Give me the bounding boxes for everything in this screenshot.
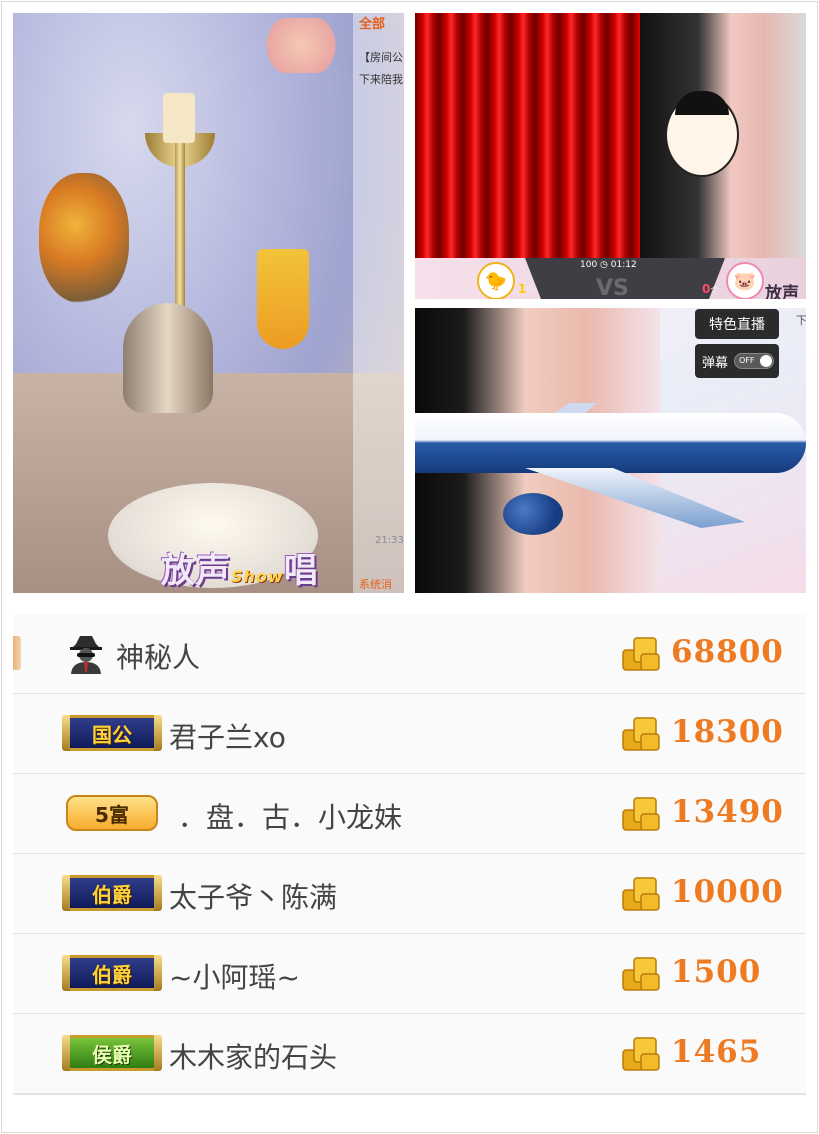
- coin-icon: [622, 1037, 660, 1071]
- ranking-row[interactable]: 侯爵 木木家的石头 1465: [13, 1014, 806, 1095]
- duck-icon[interactable]: 🐤: [477, 262, 515, 299]
- vs-label: VS: [596, 276, 629, 299]
- live-stream-right[interactable]: 特色直播 弹幕 OFF 下: [415, 308, 806, 593]
- danmu-label: 弹幕: [702, 355, 729, 371]
- special-live-button[interactable]: 特色直播: [695, 309, 779, 339]
- edge-text: 下: [796, 314, 806, 327]
- user-name[interactable]: ~小阿瑶~: [169, 956, 300, 996]
- noble-badge: 伯爵: [62, 955, 162, 991]
- ranking-row[interactable]: 神秘人 68800: [13, 614, 806, 695]
- toggle-state: OFF: [739, 356, 755, 365]
- noble-badge: 国公: [62, 715, 162, 751]
- watermark-suffix: 唱: [283, 551, 319, 591]
- gift-ranking-list: 神秘人 68800 国公 君子兰xo 18300 5富 ．盘．古．小龙妹 134…: [13, 614, 806, 1095]
- count-unit: 个: [710, 286, 720, 296]
- red-curtain-image: [415, 13, 645, 258]
- coin-icon: [622, 877, 660, 911]
- chat-line: 【房间公: [359, 51, 403, 64]
- gift-amount: 13490: [671, 794, 784, 830]
- noble-badge: 侯爵: [62, 1035, 162, 1071]
- right-gift-count: 0个: [702, 282, 719, 296]
- brand-watermark: 放声Show唱: [161, 543, 319, 592]
- watermark-main: 放声: [161, 551, 231, 591]
- coin-icon: [622, 797, 660, 831]
- mystery-person-icon: [70, 636, 102, 674]
- gift-amount: 18300: [671, 714, 784, 750]
- coin-icon: [622, 717, 660, 751]
- toggle-knob: [760, 355, 773, 367]
- danmu-toggle-button[interactable]: 弹幕 OFF: [695, 344, 779, 378]
- gift-amount: 1465: [671, 1034, 762, 1070]
- coin-icon: [622, 637, 660, 671]
- rich-level-badge: 5富: [66, 795, 158, 831]
- chat-line: 下来陪我: [359, 73, 403, 86]
- danmu-switch[interactable]: OFF: [734, 353, 775, 369]
- coin-icon: [622, 957, 660, 991]
- ranking-row[interactable]: 伯爵 ~小阿瑶~ 1500: [13, 934, 806, 1015]
- gift-amount: 68800: [671, 634, 784, 670]
- live-stream-left[interactable]: 全部 【房间公 下来陪我 21:33 系统消 放声Show唱: [13, 13, 404, 593]
- gift-amount: 10000: [671, 874, 784, 910]
- row-accent-marker: [13, 636, 21, 670]
- candle-image: [163, 93, 195, 143]
- ranking-row[interactable]: 伯爵 太子爷丶陈满 10000: [13, 854, 806, 935]
- flower-vase-image: [39, 173, 129, 303]
- user-name[interactable]: 君子兰xo: [169, 716, 286, 756]
- teapot-image: [123, 303, 213, 413]
- cartoon-boy-sticker: [665, 91, 739, 177]
- gift-amount: 1500: [671, 954, 762, 990]
- room-tab-all[interactable]: 全部: [359, 13, 385, 32]
- pk-battle-stream[interactable]: 100 ◷ 01:12 VS 🐤 1个 0个 🐷 放声: [415, 13, 806, 299]
- pig-icon[interactable]: 🐷: [726, 262, 764, 299]
- airplane-gift-animation: [415, 413, 806, 473]
- juice-glass-image: [257, 249, 309, 349]
- chat-time: 21:33: [375, 535, 404, 546]
- user-name[interactable]: 木木家的石头: [169, 1036, 337, 1076]
- airplane-engine-image: [503, 493, 563, 535]
- ranking-row[interactable]: 国公 君子兰xo 18300: [13, 694, 806, 775]
- count-unit: 个: [526, 286, 536, 296]
- chat-strip: [353, 13, 404, 593]
- system-message-label: 系统消: [359, 578, 392, 591]
- cartoon-girl-image: [261, 18, 341, 73]
- user-name[interactable]: 神秘人: [116, 636, 200, 676]
- user-name[interactable]: ．盘．古．小龙妹: [178, 796, 402, 836]
- left-gift-count: 1个: [518, 282, 535, 296]
- ranking-row[interactable]: 5富 ．盘．古．小龙妹 13490: [13, 774, 806, 855]
- candle-stand-image: [175, 143, 185, 313]
- brand-text: 放声: [765, 284, 799, 299]
- user-name[interactable]: 太子爷丶陈满: [169, 876, 337, 916]
- pk-score-timer: 100 ◷ 01:12: [580, 260, 637, 270]
- noble-badge: 伯爵: [62, 875, 162, 911]
- watermark-show: Show: [231, 567, 284, 586]
